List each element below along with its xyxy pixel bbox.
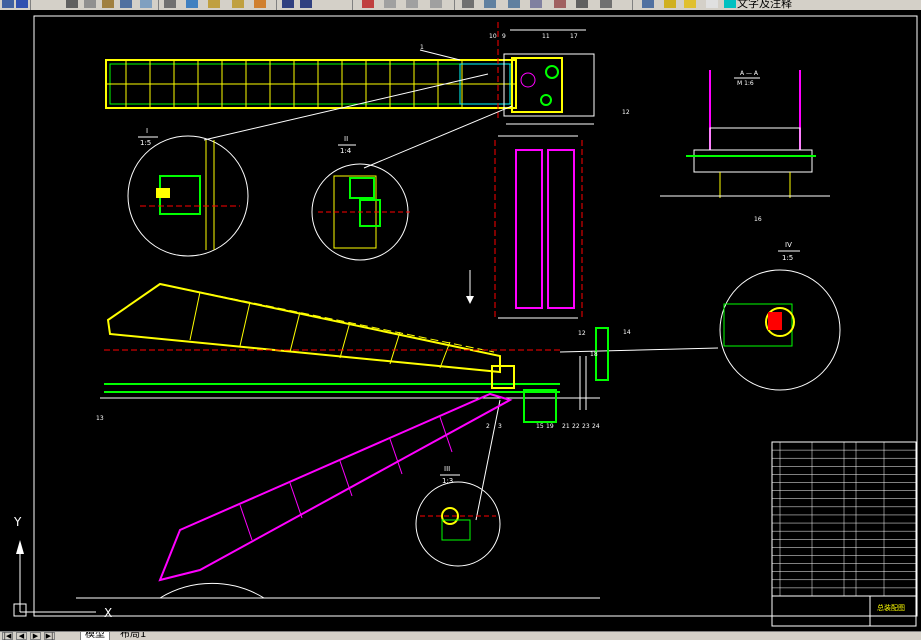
drawing-frame xyxy=(33,15,918,617)
publish-icon[interactable] xyxy=(120,0,132,8)
inclined-conveyor xyxy=(76,392,600,599)
paste-icon[interactable] xyxy=(186,0,198,8)
callout-24: 24 xyxy=(592,423,600,430)
toolbar-separator xyxy=(276,0,277,10)
brush-icon[interactable] xyxy=(232,0,244,8)
zoom-realtime-icon[interactable] xyxy=(384,0,396,8)
leader-lines xyxy=(203,73,719,521)
toolbar-separator xyxy=(352,0,353,10)
detail-II-title: II xyxy=(344,135,348,143)
zoom-previous-icon[interactable] xyxy=(430,0,442,8)
copy-icon[interactable] xyxy=(164,0,176,8)
detail-III-title: III xyxy=(444,465,450,473)
grid-icon[interactable] xyxy=(600,0,612,8)
zoom-window-icon[interactable] xyxy=(406,0,418,8)
callout-15: 15 xyxy=(536,423,544,430)
callout-19: 19 xyxy=(546,423,554,430)
callout-9: 9 xyxy=(502,33,506,40)
detail-IV-title: IV xyxy=(785,241,792,249)
detail-III: III 1:3 xyxy=(415,465,501,567)
title-block: 总装配图 xyxy=(771,441,917,627)
plot-icon[interactable] xyxy=(102,0,114,8)
callout-22: 22 xyxy=(572,423,580,430)
block-icon[interactable] xyxy=(254,0,266,8)
section-A-A: A — A M 1:6 xyxy=(660,70,830,198)
callout-1: 1 xyxy=(420,44,424,51)
callout-13: 13 xyxy=(96,415,104,422)
callout-21: 21 xyxy=(562,423,570,430)
pan-icon[interactable] xyxy=(362,0,374,8)
callout-14: 14 xyxy=(623,329,631,336)
detail-II: II 1:4 xyxy=(311,135,410,261)
ucs-x-label: X xyxy=(104,606,112,620)
detail-II-scale: 1:4 xyxy=(340,147,352,155)
save-icon[interactable] xyxy=(16,0,28,8)
side-section-view xyxy=(466,135,583,319)
section-A-title: A — A xyxy=(740,70,759,77)
drawing-title: 总装配图 xyxy=(877,603,905,612)
callout-17: 17 xyxy=(570,33,578,40)
calculator-icon[interactable] xyxy=(576,0,588,8)
drawing-canvas[interactable]: 1 10 9 11 17 12 I 1:5 II 1:4 A — A M 1:6… xyxy=(0,10,921,631)
detail-I-title: I xyxy=(146,127,148,135)
toolbar-separator xyxy=(30,0,31,10)
detail-IV-scale: 1:5 xyxy=(782,254,793,262)
plan-view: 1 10 9 11 17 12 xyxy=(105,22,630,125)
sheet-set-icon[interactable] xyxy=(530,0,542,8)
markup-icon[interactable] xyxy=(554,0,566,8)
callout-23: 23 xyxy=(582,423,590,430)
detail-I-scale: 1:5 xyxy=(140,139,151,147)
layer-bulb-icon[interactable] xyxy=(684,0,696,8)
cut-icon[interactable] xyxy=(140,0,152,8)
match-icon[interactable] xyxy=(208,0,220,8)
callout-16: 16 xyxy=(754,216,762,223)
layer-previous-icon[interactable] xyxy=(706,0,718,8)
callout-2: 2 xyxy=(486,423,490,430)
preview-icon[interactable] xyxy=(84,0,96,8)
print-icon[interactable] xyxy=(66,0,78,8)
redo-icon[interactable] xyxy=(300,0,312,8)
toolbar-separator xyxy=(632,0,633,10)
color-icon[interactable] xyxy=(724,0,736,8)
undo-icon[interactable] xyxy=(282,0,294,8)
properties-icon[interactable] xyxy=(462,0,474,8)
toolbar-separator xyxy=(158,0,159,10)
section-A-scale: M 1:6 xyxy=(737,80,754,87)
callout-12b: 12 xyxy=(578,330,586,337)
tool-palette-icon[interactable] xyxy=(508,0,520,8)
callout-18: 18 xyxy=(590,351,598,358)
callout-12: 12 xyxy=(622,109,630,116)
design-center-icon[interactable] xyxy=(484,0,496,8)
detail-I: I 1:5 xyxy=(127,127,249,257)
open-icon[interactable] xyxy=(2,0,14,8)
ucs-y-label: Y xyxy=(13,515,22,529)
callout-10: 10 xyxy=(489,33,497,40)
layer-icon[interactable] xyxy=(642,0,654,8)
detail-IV: IV 1:5 xyxy=(719,241,841,391)
callout-3: 3 xyxy=(498,423,502,430)
ucs-icon: Y X xyxy=(13,515,112,620)
toolbar-separator xyxy=(454,0,455,10)
main-conveyor xyxy=(100,282,609,423)
callout-11: 11 xyxy=(542,33,550,40)
layer-state-icon[interactable] xyxy=(664,0,676,8)
cad-drawing: 1 10 9 11 17 12 I 1:5 II 1:4 A — A M 1:6… xyxy=(13,15,918,627)
